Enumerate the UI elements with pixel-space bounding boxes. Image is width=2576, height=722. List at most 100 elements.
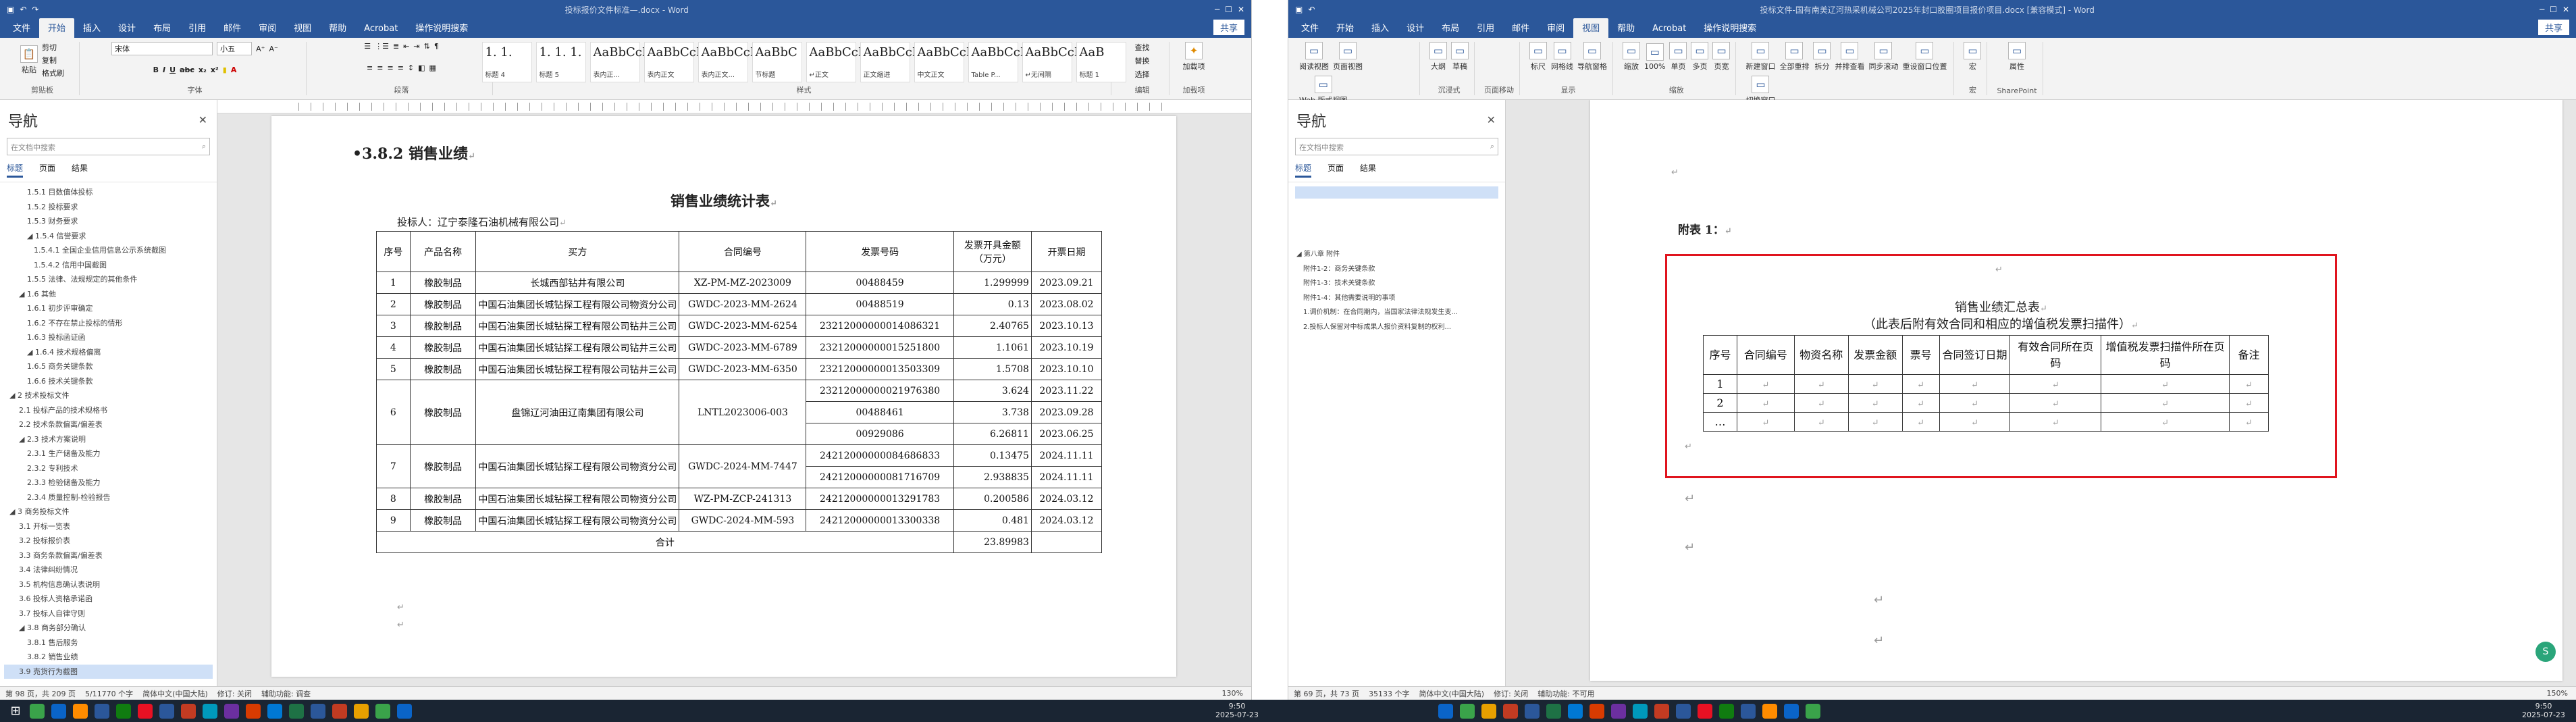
maximize-icon[interactable]: ☐	[2550, 5, 2557, 14]
justify-icon[interactable]: ≡	[398, 63, 404, 72]
taskbar-app-icon[interactable]	[354, 703, 369, 719]
page-count[interactable]: 第 98 页，共 209 页	[5, 688, 76, 699]
taskbar-app-icon[interactable]	[1503, 703, 1518, 719]
tab-view[interactable]: 视图	[285, 18, 320, 38]
font-size-combo[interactable]: 小五	[217, 42, 253, 55]
nav-heading-item[interactable]: 3.6 投标人资格承诺函	[4, 592, 213, 607]
nav-tab-results[interactable]: 结果	[1360, 162, 1376, 178]
close-icon[interactable]: ✕	[1238, 5, 1244, 14]
taskbar-app-icon[interactable]	[1481, 703, 1496, 719]
floating-assistant-icon[interactable]: S	[2535, 642, 2556, 662]
tab-mailings[interactable]: 邮件	[215, 18, 250, 38]
borders-icon[interactable]: ▦	[429, 63, 436, 72]
nav-heading-item[interactable]: 3.3 商务条款偏离/偏差表	[4, 548, 213, 563]
left-taskbar-clock[interactable]: 9:50 2025-07-23	[1215, 702, 1259, 719]
view-ribbon-button[interactable]: ▭ 草稿	[1451, 42, 1469, 72]
taskbar-app-icon[interactable]	[1460, 703, 1475, 719]
taskbar-app-icon[interactable]	[30, 703, 45, 719]
nav-tab-headings[interactable]: 标题	[7, 162, 24, 178]
tab-acrobat[interactable]: Acrobat	[355, 21, 406, 38]
tab-help[interactable]: 帮助	[320, 18, 355, 38]
nav-heading-item[interactable]: 1.调价机制：在合同期内，当国家法律法规发生变...	[1292, 305, 1501, 320]
maximize-icon[interactable]: ☐	[1225, 5, 1232, 14]
taskbar-app-icon[interactable]	[1741, 703, 1756, 719]
nav-search-input[interactable]: 在文档中搜索 ⌕	[7, 138, 210, 155]
line-spacing-icon[interactable]: ↕	[408, 63, 414, 72]
style-gallery-item[interactable]: AaBbCcI ↵正文	[806, 42, 863, 82]
nav-heading-item[interactable]: 3.2 投标报价表	[4, 534, 213, 548]
taskbar-app-icon[interactable]	[224, 703, 239, 719]
nav-heading-item[interactable]: 2.3.3 检验储备及能力	[4, 475, 213, 490]
taskbar-app-icon[interactable]	[1589, 703, 1604, 719]
view-ribbon-button[interactable]: ▭ 阅读视图	[1299, 42, 1329, 72]
nav-heading-item[interactable]: 1.5.5 法律、法规规定的其他条件	[4, 272, 213, 287]
bold-icon[interactable]: B	[153, 66, 159, 74]
taskbar-app-icon[interactable]	[181, 703, 196, 719]
underline-icon[interactable]: U	[169, 66, 176, 74]
nav-heading-item[interactable]: 1.6.3 投标函证函	[4, 330, 213, 345]
view-ribbon-button[interactable]: ▭ 100%	[1644, 43, 1665, 71]
nav-heading-item[interactable]: 附件1-3：技术关键条款	[1292, 276, 1501, 291]
decrease-indent-icon[interactable]: ⇤	[403, 42, 409, 51]
nav-heading-item[interactable]: 1.5.4.2 信用中国截图	[4, 258, 213, 273]
page-count[interactable]: 第 69 页，共 73 页	[1294, 688, 1359, 699]
style-gallery-item[interactable]: AaBbCcI 表内正文...	[698, 42, 755, 82]
nav-heading-item[interactable]: 1.6.5 商务关键条款	[4, 359, 213, 374]
close-icon[interactable]: ✕	[2562, 5, 2569, 14]
tab-review[interactable]: 审阅	[1538, 18, 1573, 38]
nav-heading-item[interactable]: 3.5 机构信息确认表说明	[4, 577, 213, 592]
nav-heading-item[interactable]: 2.2 技术条款偏离/偏差表	[4, 417, 213, 432]
word-count[interactable]: 35133 个字	[1369, 688, 1410, 699]
view-ribbon-button[interactable]: ▭ 同步滚动	[1868, 42, 1898, 72]
accessibility[interactable]: 辅助功能: 调查	[261, 688, 311, 699]
save-icon[interactable]: ▣	[1295, 5, 1303, 14]
taskbar-app-icon[interactable]	[1698, 703, 1712, 719]
align-left-icon[interactable]: ≡	[367, 63, 373, 72]
taskbar-app-icon[interactable]	[267, 703, 282, 719]
nav-heading-item[interactable]: 3.4 法律纠纷情况	[4, 563, 213, 577]
close-nav-icon[interactable]: ✕	[1487, 113, 1496, 126]
taskbar-app-icon[interactable]	[1654, 703, 1669, 719]
nav-heading-item[interactable]: ◢ 3 商务投标文件	[4, 505, 213, 519]
view-ribbon-button[interactable]: ▭ 缩放	[1623, 42, 1640, 72]
taskbar-app-icon[interactable]	[95, 703, 109, 719]
nav-tab-pages[interactable]: 页面	[39, 162, 55, 178]
nav-heading-item[interactable]: 3.8.1 售后服务	[4, 636, 213, 650]
tab-layout[interactable]: 布局	[1433, 18, 1468, 38]
align-center-icon[interactable]: ≡	[377, 63, 383, 72]
tab-references[interactable]: 引用	[1468, 18, 1503, 38]
shading-icon[interactable]: ◧	[418, 63, 425, 72]
tab-design[interactable]: 设计	[1398, 18, 1433, 38]
search-icon[interactable]: ⌕	[202, 142, 206, 151]
nav-heading-item[interactable]: 1.6.6 技术关键条款	[4, 374, 213, 389]
tab-insert[interactable]: 插入	[1363, 18, 1398, 38]
tab-layout[interactable]: 布局	[144, 18, 180, 38]
find-button[interactable]: 查找	[1135, 42, 1150, 53]
share-button[interactable]: 共享	[1213, 20, 1244, 35]
nav-tab-results[interactable]: 结果	[72, 162, 88, 178]
view-ribbon-button[interactable]: ▭ 属性	[2007, 42, 2026, 72]
view-ribbon-button[interactable]: ▭ 大纲	[1429, 42, 1447, 72]
nav-heading-item[interactable]: 1.5.4.1 全国企业信用信息公示系统截图	[4, 243, 213, 258]
view-ribbon-button[interactable]: ▭ 新建窗口	[1745, 42, 1775, 72]
nav-heading-item[interactable]: 1.6.2 不存在禁止投标的情形	[4, 316, 213, 331]
taskbar-app-icon[interactable]	[397, 703, 412, 719]
nav-heading-item[interactable]: ◢ 2.3 技术方案说明	[4, 432, 213, 447]
style-gallery-item[interactable]: AaBbC 节标题	[752, 42, 802, 82]
nav-heading-item[interactable]: 3.8.2 销售业绩	[4, 650, 213, 665]
taskbar-app-icon[interactable]	[332, 703, 347, 719]
tell-me-search[interactable]: 操作说明搜索	[1695, 18, 1765, 38]
tab-view[interactable]: 视图	[1573, 18, 1609, 38]
nav-heading-item[interactable]: 2.投标人保留对中标成果人报价资料复制的权利...	[1292, 320, 1501, 335]
accessibility[interactable]: 辅助功能: 不可用	[1537, 688, 1594, 699]
italic-icon[interactable]: I	[163, 66, 165, 74]
style-gallery-item[interactable]: AaBbCcD ↵无间隔	[1022, 42, 1084, 82]
taskbar-app-icon[interactable]	[1676, 703, 1691, 719]
tab-insert[interactable]: 插入	[74, 18, 109, 38]
taskbar-app-icon[interactable]	[1762, 703, 1777, 719]
taskbar-app-icon[interactable]	[1719, 703, 1734, 719]
nav-heading-item[interactable]: ◢ 3.8 商务部分确认	[4, 621, 213, 636]
nav-search-input[interactable]: 在文档中搜索 ⌕	[1295, 138, 1498, 155]
style-gallery-item[interactable]: 1. 1. 标题 4	[481, 42, 532, 82]
numbering-icon[interactable]: ⋮☰	[375, 42, 389, 51]
